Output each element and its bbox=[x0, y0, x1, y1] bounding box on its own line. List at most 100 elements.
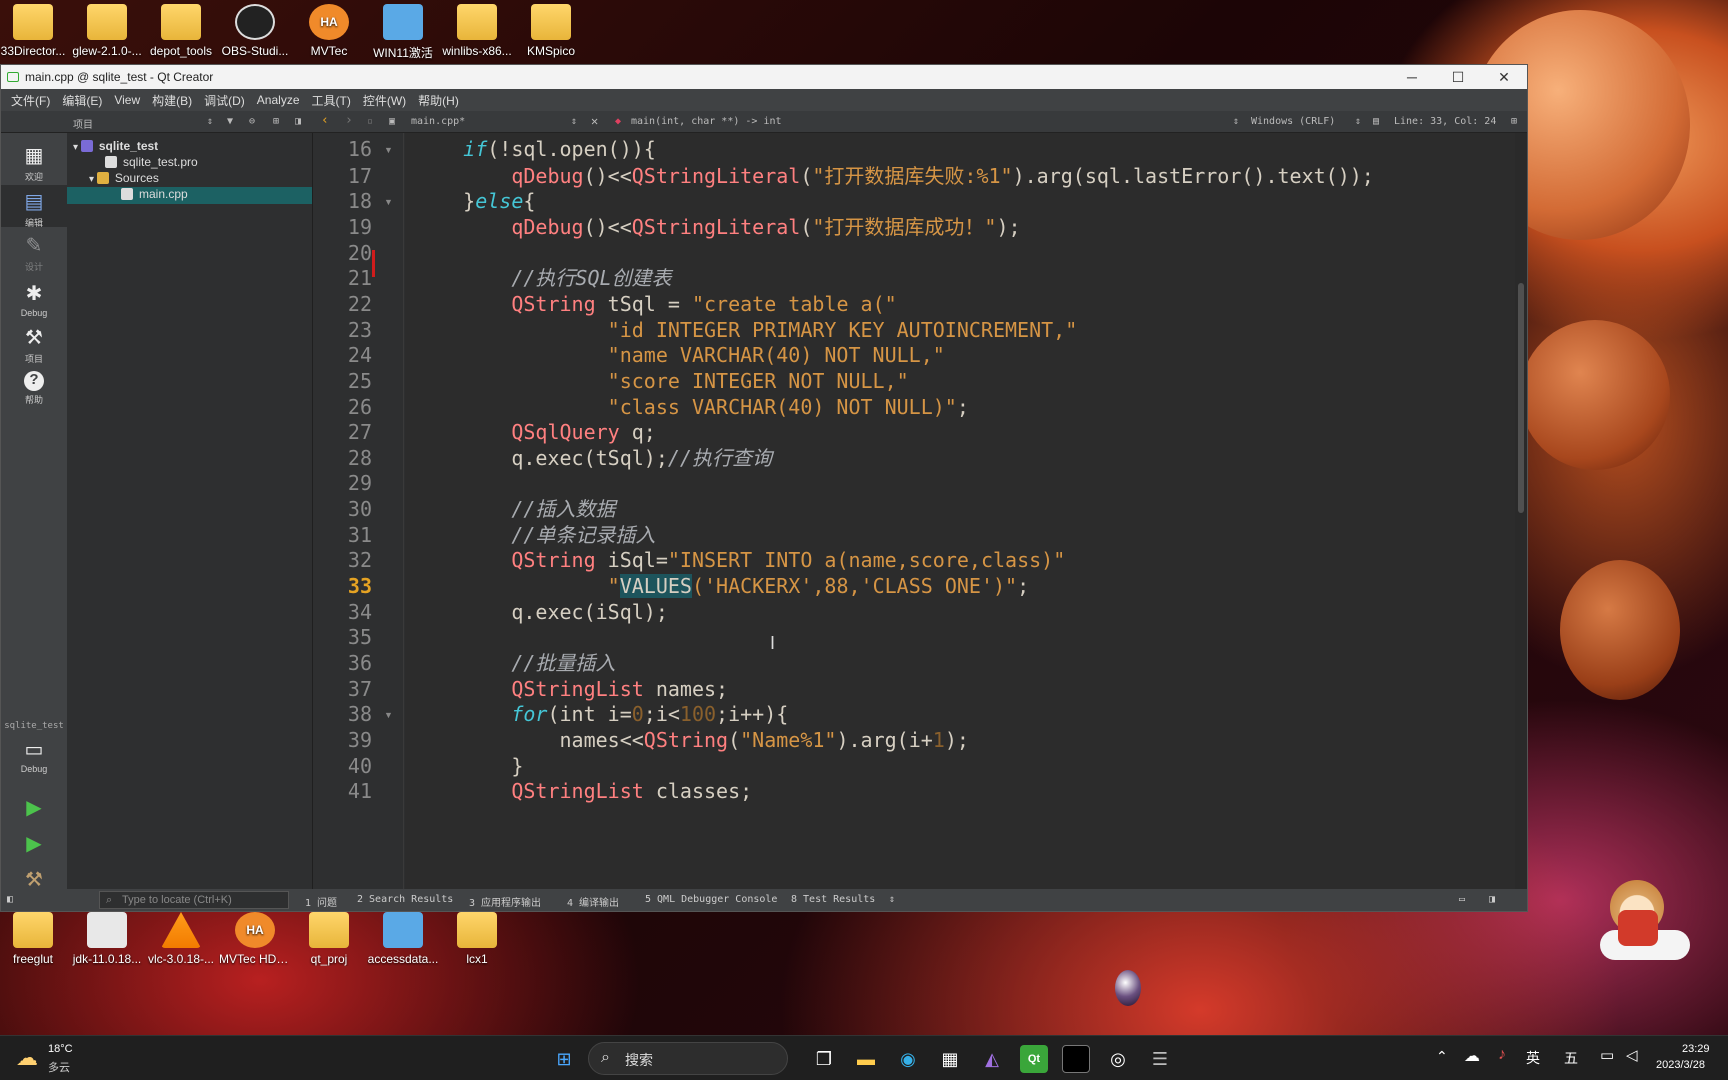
tree-item-sqlite_test[interactable]: ▾ sqlite_test bbox=[67, 139, 312, 156]
microphone-icon[interactable]: ♪ bbox=[1498, 1046, 1506, 1064]
store-icon[interactable]: ▦ bbox=[936, 1045, 964, 1073]
tree-item-sqlite_test-pro[interactable]: sqlite_test.pro bbox=[67, 155, 312, 172]
mode-2[interactable]: ✎ 设计 bbox=[1, 229, 67, 272]
menu-item[interactable]: 构建(B) bbox=[146, 92, 198, 109]
link-icon[interactable]: ⊖ bbox=[249, 116, 255, 127]
fold-arrow-icon[interactable]: ▼ bbox=[384, 145, 393, 155]
cursor-position[interactable]: Line: 33, Col: 24 bbox=[1394, 116, 1496, 127]
desktop-icon[interactable]: lcx1 bbox=[441, 912, 513, 966]
panel-label[interactable]: 项目 bbox=[73, 116, 93, 131]
qt-creator-icon[interactable]: Qt bbox=[1020, 1045, 1048, 1073]
minimize-button[interactable]: ─ bbox=[1389, 69, 1435, 85]
ime-indicator[interactable]: 英 bbox=[1526, 1048, 1540, 1068]
start-button[interactable]: ⊞ bbox=[550, 1045, 578, 1073]
desktop-icon[interactable]: HA MVTec HDevel... bbox=[219, 912, 291, 966]
back-arrow-icon[interactable]: ‹ bbox=[321, 113, 329, 128]
desktop-icon[interactable]: HA MVTec bbox=[293, 4, 365, 58]
expand-arrow-icon[interactable]: ▾ bbox=[89, 174, 97, 185]
fold-arrow-icon[interactable]: ▼ bbox=[384, 197, 393, 207]
run-button[interactable]: ▶ bbox=[1, 795, 67, 822]
function-select-arrow-icon[interactable]: ⇕ bbox=[1233, 116, 1239, 127]
menu-item[interactable]: 帮助(H) bbox=[412, 92, 465, 109]
menu-item[interactable]: View bbox=[108, 93, 146, 107]
filter-icon[interactable]: ▼ bbox=[227, 116, 233, 127]
toggle-output-icon[interactable]: ◨ bbox=[1489, 894, 1495, 905]
output-pane-tab[interactable]: 3 应用程序输出 bbox=[469, 894, 541, 909]
menu-item[interactable]: 调试(D) bbox=[198, 92, 251, 109]
menu-item[interactable]: 工具(T) bbox=[306, 92, 357, 109]
scrollbar-thumb[interactable] bbox=[1518, 283, 1524, 513]
desktop-icon[interactable]: vlc-3.0.18-... bbox=[145, 912, 217, 966]
mode-5[interactable]: ? 帮助 bbox=[1, 367, 67, 409]
debug-run-button[interactable]: ▶ bbox=[1, 831, 67, 858]
function-selector[interactable]: main(int, char **) -> int bbox=[631, 116, 782, 127]
menu-item[interactable]: 控件(W) bbox=[357, 92, 412, 109]
visual-studio-icon[interactable]: ◭ bbox=[978, 1045, 1006, 1073]
desktop-icon[interactable]: qt_proj bbox=[293, 912, 365, 966]
menu-item[interactable]: Analyze bbox=[251, 93, 306, 107]
line-ending-arrow-icon[interactable]: ⇕ bbox=[1355, 116, 1361, 127]
output-pane-tab[interactable]: 1 问题 bbox=[305, 894, 337, 909]
output-pane-tab[interactable]: 5 QML Debugger Console bbox=[645, 894, 777, 905]
menu-item[interactable]: 编辑(E) bbox=[56, 92, 108, 109]
panel-select-arrow-icon[interactable]: ⇕ bbox=[207, 116, 213, 127]
network-icon[interactable]: ▭ bbox=[1600, 1046, 1614, 1064]
locator-input[interactable]: ⌕ Type to locate (Ctrl+K) bbox=[99, 891, 289, 909]
kit-label: Debug bbox=[20, 764, 48, 774]
output-pane-tab[interactable]: 8 Test Results bbox=[791, 894, 875, 905]
desktop-icon[interactable]: KMSpico bbox=[515, 4, 587, 58]
progress-icon[interactable]: ▭ bbox=[1459, 894, 1465, 905]
weather-temp[interactable]: 18°C bbox=[48, 1043, 73, 1055]
volume-icon[interactable]: ◁ bbox=[1626, 1046, 1638, 1064]
terminal-icon[interactable] bbox=[1062, 1045, 1090, 1073]
code-editor[interactable]: I if(!sql.open()){ qDebug()<<QStringLite… bbox=[405, 133, 1515, 889]
menu-item[interactable]: 文件(F) bbox=[5, 92, 56, 109]
edge-icon[interactable]: ◉ bbox=[894, 1045, 922, 1073]
kit-selector[interactable]: ▭ Debug bbox=[1, 737, 67, 774]
fold-arrow-icon[interactable]: ▼ bbox=[384, 710, 393, 720]
close-panel-icon[interactable]: ◨ bbox=[295, 116, 301, 127]
vertical-scrollbar[interactable] bbox=[1515, 133, 1527, 889]
panes-arrow-icon[interactable]: ⇕ bbox=[889, 894, 895, 905]
clock-time[interactable]: 23:29 bbox=[1682, 1043, 1710, 1055]
weather-icon[interactable]: ☁ bbox=[16, 1045, 38, 1071]
expand-arrow-icon[interactable]: ▾ bbox=[73, 142, 81, 153]
split-icon[interactable]: ⊞ bbox=[273, 116, 279, 127]
obs-icon[interactable]: ◎ bbox=[1104, 1045, 1132, 1073]
onedrive-icon[interactable]: ☁ bbox=[1464, 1046, 1480, 1066]
output-pane-tab[interactable]: 4 编译输出 bbox=[567, 894, 619, 909]
close-file-icon[interactable]: ✕ bbox=[591, 114, 598, 128]
desktop-icon[interactable]: accessdata... bbox=[367, 912, 439, 966]
mode-0[interactable]: ▦ 欢迎 bbox=[1, 139, 67, 182]
mode-1[interactable]: ▤ 编辑 bbox=[1, 185, 67, 228]
clock-date[interactable]: 2023/3/28 bbox=[1656, 1059, 1705, 1071]
desktop-icon[interactable]: OBS-Studi... bbox=[219, 4, 291, 58]
desktop-icon[interactable]: glew-2.1.0-... bbox=[71, 4, 143, 58]
database-icon[interactable]: ☰ bbox=[1146, 1045, 1174, 1073]
split-editor-icon[interactable]: ⊞ bbox=[1511, 116, 1517, 127]
desktop-icon[interactable]: winlibs-x86... bbox=[441, 4, 513, 58]
forward-arrow-icon[interactable]: › bbox=[345, 113, 353, 128]
toggle-sidebar-icon[interactable]: ◧ bbox=[7, 894, 13, 905]
desktop-icon[interactable]: 33Director... bbox=[0, 4, 69, 58]
desktop-icon[interactable]: jdk-11.0.18... bbox=[71, 912, 143, 966]
close-button[interactable]: ✕ bbox=[1481, 69, 1527, 86]
desktop-icon[interactable]: freeglut bbox=[0, 912, 69, 966]
file-tab[interactable]: main.cpp* bbox=[411, 116, 465, 127]
file-explorer-icon[interactable]: ▬ bbox=[852, 1045, 880, 1073]
ime-mode-indicator[interactable]: 五 bbox=[1564, 1048, 1578, 1068]
tree-item-main-cpp[interactable]: main.cpp bbox=[67, 187, 312, 204]
desktop-icon[interactable]: WIN11激活 bbox=[367, 4, 439, 61]
show-hidden-icons-icon[interactable]: ⌃ bbox=[1436, 1048, 1448, 1065]
desktop-icon[interactable]: depot_tools bbox=[145, 4, 217, 58]
maximize-button[interactable]: ☐ bbox=[1435, 69, 1481, 86]
task-view-icon[interactable]: ❐ bbox=[810, 1045, 838, 1073]
output-pane-tab[interactable]: 2 Search Results bbox=[357, 894, 453, 905]
line-ending-selector[interactable]: Windows (CRLF) bbox=[1251, 116, 1335, 127]
mode-4[interactable]: ⚒ 项目 bbox=[1, 321, 67, 364]
tree-item-sources[interactable]: ▾ Sources bbox=[67, 171, 312, 188]
taskbar-search[interactable]: ⌕ 搜索 bbox=[588, 1042, 788, 1075]
weather-desc[interactable]: 多云 bbox=[48, 1059, 70, 1075]
mode-3[interactable]: ✱ Debug bbox=[1, 277, 67, 319]
file-select-arrow-icon[interactable]: ⇕ bbox=[571, 116, 577, 127]
